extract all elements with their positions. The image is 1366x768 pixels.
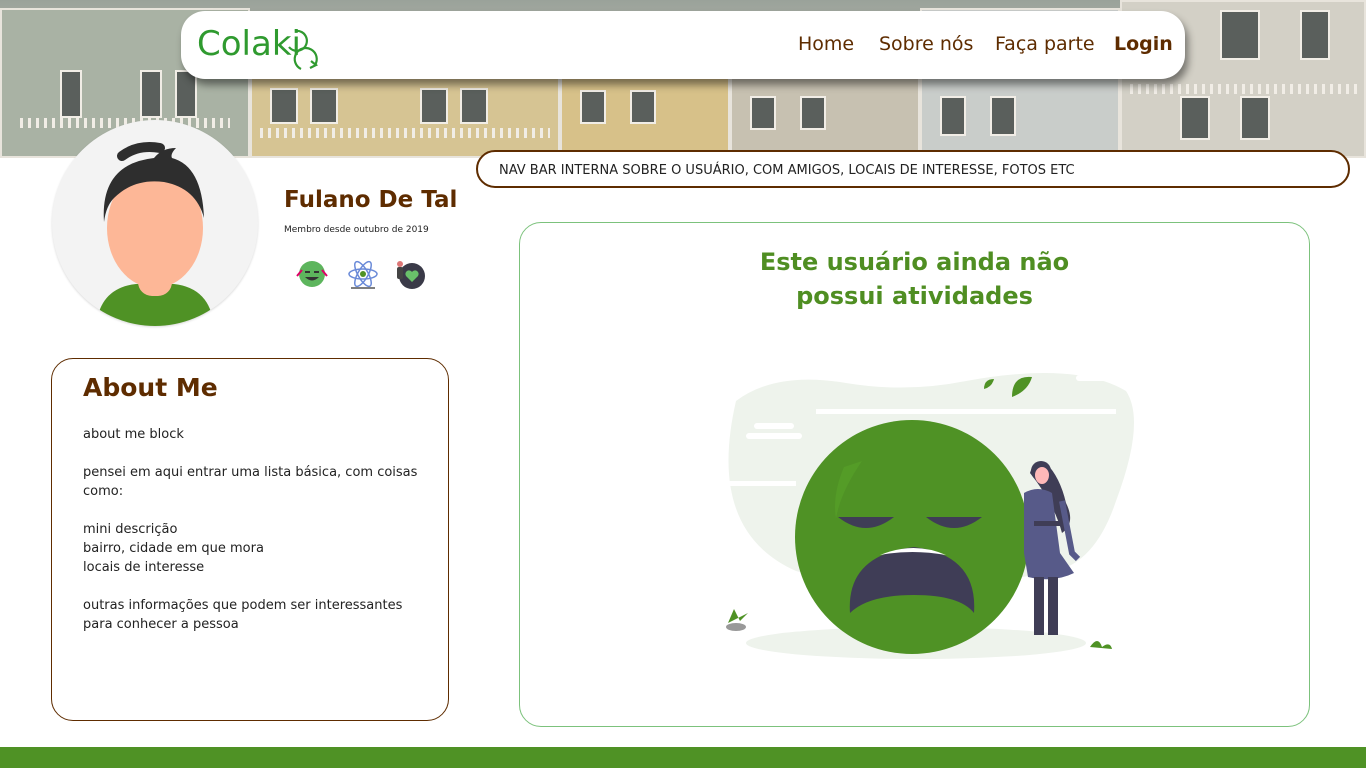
activity-panel: Este usuário ainda não possui atividades xyxy=(519,222,1310,727)
about-line: mini descrição xyxy=(83,522,178,537)
logo-text: Colaki xyxy=(197,24,301,64)
about-line: pensei em aqui entrar uma lista básica, … xyxy=(83,465,418,480)
nav-login-link[interactable]: Login xyxy=(1114,33,1173,55)
nav-home-link[interactable]: Home xyxy=(798,33,854,55)
heart-badge-icon[interactable] xyxy=(392,256,428,292)
nav-sobre-nos-link[interactable]: Sobre nós xyxy=(879,33,973,55)
about-me-card: About Me about me block pensei em aqui e… xyxy=(51,358,449,721)
member-since-text: Membro desde outubro de 2019 xyxy=(284,225,429,235)
profile-name: Fulano De Tal xyxy=(284,187,458,213)
empty-activity-title-line1: Este usuário ainda não xyxy=(759,248,1070,276)
about-line: outras informações que podem ser interes… xyxy=(83,598,403,613)
about-line: locais de interesse xyxy=(83,560,205,575)
about-line: como: xyxy=(83,484,124,499)
colaki-logo[interactable]: Colaki xyxy=(197,17,327,77)
empty-activity-title-line2: possui atividades xyxy=(796,282,1033,310)
about-line: para conhecer a pessoa xyxy=(83,617,239,632)
nav-faca-parte-link[interactable]: Faça parte xyxy=(995,33,1095,55)
sad-face-illustration xyxy=(716,373,1134,659)
inner-navbar-text: NAV BAR INTERNA SOBRE O USUÁRIO, COM AMI… xyxy=(499,163,1075,178)
footer-bar xyxy=(0,747,1366,768)
about-line: bairro, cidade em que mora xyxy=(83,541,264,556)
profile-inner-navbar[interactable]: NAV BAR INTERNA SOBRE O USUÁRIO, COM AMI… xyxy=(476,150,1350,188)
about-me-title: About Me xyxy=(83,373,218,402)
user-avatar[interactable] xyxy=(52,120,258,326)
top-navbar: Colaki Home Sobre nós Faça parte Login xyxy=(181,11,1185,79)
smiley-badge-icon[interactable] xyxy=(294,256,330,292)
atom-badge-icon[interactable] xyxy=(345,256,381,292)
about-line: about me block xyxy=(83,427,184,442)
